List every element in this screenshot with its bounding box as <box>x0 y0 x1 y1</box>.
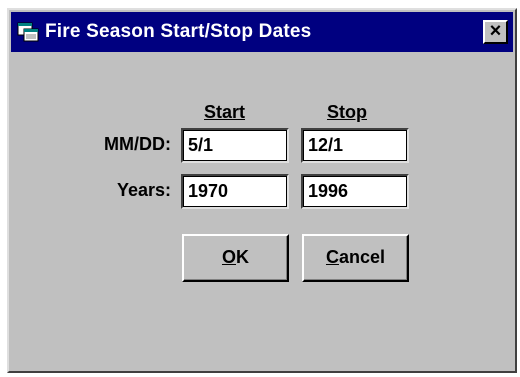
cancel-button[interactable]: Cancel <box>302 234 409 282</box>
window-title: Fire Season Start/Stop Dates <box>45 21 312 42</box>
ok-button[interactable]: OK <box>182 234 289 282</box>
title-bar[interactable]: Fire Season Start/Stop Dates × <box>11 12 513 52</box>
years-start-field[interactable] <box>181 174 289 209</box>
close-icon: × <box>489 20 502 42</box>
close-button[interactable]: × <box>483 20 508 44</box>
app-window-icon <box>17 22 39 42</box>
ok-mnemonic: O <box>221 247 236 267</box>
start-column-header: Start <box>204 102 246 122</box>
fire-season-dialog: Fire Season Start/Stop Dates × Start Sto… <box>7 8 517 373</box>
mmdd-start-field[interactable] <box>181 128 289 163</box>
years-label: Years: <box>116 180 171 200</box>
cancel-label-rest: ancel <box>338 247 386 267</box>
mmdd-stop-field[interactable] <box>301 128 409 163</box>
ok-label-rest: K <box>236 247 249 267</box>
cancel-mnemonic: C <box>325 247 339 267</box>
mmdd-label: MM/DD: <box>104 134 171 154</box>
stop-column-header: Stop <box>327 102 367 122</box>
years-stop-field[interactable] <box>301 174 409 209</box>
